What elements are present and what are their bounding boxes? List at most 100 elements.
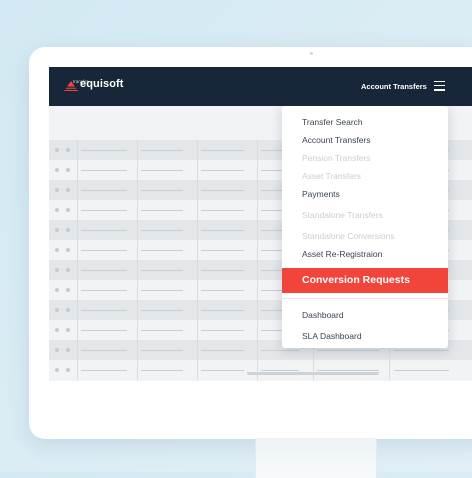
- row-indicator-dot: [55, 188, 59, 192]
- row-indicator-dot: [66, 208, 70, 212]
- hamburger-icon[interactable]: [434, 81, 445, 91]
- column-separator: [77, 220, 78, 240]
- column-separator: [137, 240, 138, 260]
- cell-placeholder: [201, 369, 244, 371]
- row-indicator-dot: [66, 308, 70, 312]
- menu-item-payments[interactable]: Payments: [302, 189, 340, 199]
- cell-placeholder: [141, 209, 183, 211]
- menu-item-conversion-requests-label: Conversion Requests: [302, 274, 410, 286]
- column-separator: [197, 200, 198, 220]
- cell-placeholder: [141, 329, 183, 331]
- row-indicator-dot: [66, 148, 70, 152]
- cell-placeholder: [317, 349, 379, 351]
- column-separator: [257, 200, 258, 220]
- column-separator: [257, 300, 258, 320]
- column-separator: [197, 180, 198, 200]
- cell-placeholder: [201, 289, 244, 291]
- cell-placeholder: [81, 149, 127, 151]
- row-indicator-dot: [66, 268, 70, 272]
- column-separator: [77, 180, 78, 200]
- monitor-stand: [255, 438, 377, 478]
- cell-placeholder: [81, 249, 127, 251]
- column-separator: [137, 320, 138, 340]
- column-separator: [77, 300, 78, 320]
- cell-placeholder: [81, 229, 127, 231]
- navigation-dropdown-menu: Transfer Search Account Transfers Pensio…: [282, 106, 448, 348]
- column-separator: [197, 320, 198, 340]
- cell-placeholder: [141, 269, 183, 271]
- cell-placeholder: [141, 149, 183, 151]
- nav-title[interactable]: Account Transfers: [361, 82, 427, 91]
- column-separator: [257, 360, 258, 380]
- column-separator: [77, 160, 78, 180]
- column-separator: [197, 260, 198, 280]
- column-separator: [257, 280, 258, 300]
- column-separator: [137, 280, 138, 300]
- cell-placeholder: [201, 349, 244, 351]
- row-indicator-dot: [55, 228, 59, 232]
- cell-placeholder: [394, 349, 449, 351]
- row-indicator-dot: [66, 368, 70, 372]
- menu-item-standalone-transfers: Standalone Transfers: [302, 210, 383, 220]
- cell-placeholder: [201, 329, 244, 331]
- cell-placeholder: [201, 209, 244, 211]
- row-indicator-dot: [55, 268, 59, 272]
- menu-item-conversion-requests[interactable]: Conversion Requests: [282, 268, 448, 293]
- row-indicator-dot: [66, 168, 70, 172]
- column-separator: [197, 360, 198, 380]
- cell-placeholder: [81, 309, 127, 311]
- cell-placeholder: [81, 329, 127, 331]
- cell-placeholder: [141, 189, 183, 191]
- menu-divider: [282, 298, 448, 299]
- top-navbar: equisoft transfer Account Transfers: [49, 67, 472, 106]
- column-separator: [137, 180, 138, 200]
- cell-placeholder: [141, 349, 183, 351]
- row-indicator-dot: [55, 348, 59, 352]
- cell-placeholder: [317, 369, 379, 371]
- row-indicator-dot: [55, 248, 59, 252]
- row-indicator-dot: [55, 328, 59, 332]
- menu-item-asset-transfers: Asset Transfers: [302, 171, 362, 181]
- column-separator: [137, 200, 138, 220]
- cell-placeholder: [394, 369, 449, 371]
- column-separator: [313, 360, 314, 380]
- cell-placeholder: [81, 189, 127, 191]
- column-separator: [137, 260, 138, 280]
- cell-placeholder: [261, 369, 299, 371]
- column-separator: [197, 280, 198, 300]
- cell-placeholder: [81, 289, 127, 291]
- column-separator: [197, 300, 198, 320]
- column-separator: [197, 220, 198, 240]
- column-separator: [137, 360, 138, 380]
- column-separator: [197, 160, 198, 180]
- cell-placeholder: [201, 249, 244, 251]
- row-indicator-dot: [55, 168, 59, 172]
- table-row[interactable]: [49, 360, 472, 380]
- cell-placeholder: [141, 229, 183, 231]
- menu-item-transfer-search[interactable]: Transfer Search: [302, 117, 363, 127]
- column-separator: [137, 300, 138, 320]
- column-separator: [257, 320, 258, 340]
- horizontal-scrollbar[interactable]: [247, 372, 379, 375]
- column-separator: [77, 340, 78, 360]
- menu-item-asset-re-registraion[interactable]: Asset Re-Registraion: [302, 249, 382, 259]
- row-indicator-dot: [55, 148, 59, 152]
- cell-placeholder: [81, 209, 127, 211]
- cell-placeholder: [201, 269, 244, 271]
- column-separator: [137, 220, 138, 240]
- column-separator: [257, 260, 258, 280]
- column-separator: [197, 240, 198, 260]
- cell-placeholder: [261, 349, 299, 351]
- column-separator: [77, 200, 78, 220]
- menu-item-account-transfers[interactable]: Account Transfers: [302, 135, 371, 145]
- brand-subtitle: transfer: [73, 79, 89, 84]
- row-indicator-dot: [66, 288, 70, 292]
- row-indicator-dot: [66, 188, 70, 192]
- column-separator: [197, 340, 198, 360]
- column-separator: [197, 140, 198, 160]
- column-separator: [77, 280, 78, 300]
- column-separator: [77, 240, 78, 260]
- menu-item-dashboard[interactable]: Dashboard: [302, 310, 344, 320]
- menu-item-pension-transfers: Pension Transfers: [302, 153, 371, 163]
- menu-item-sla-dashboard[interactable]: SLA Dashboard: [302, 331, 362, 341]
